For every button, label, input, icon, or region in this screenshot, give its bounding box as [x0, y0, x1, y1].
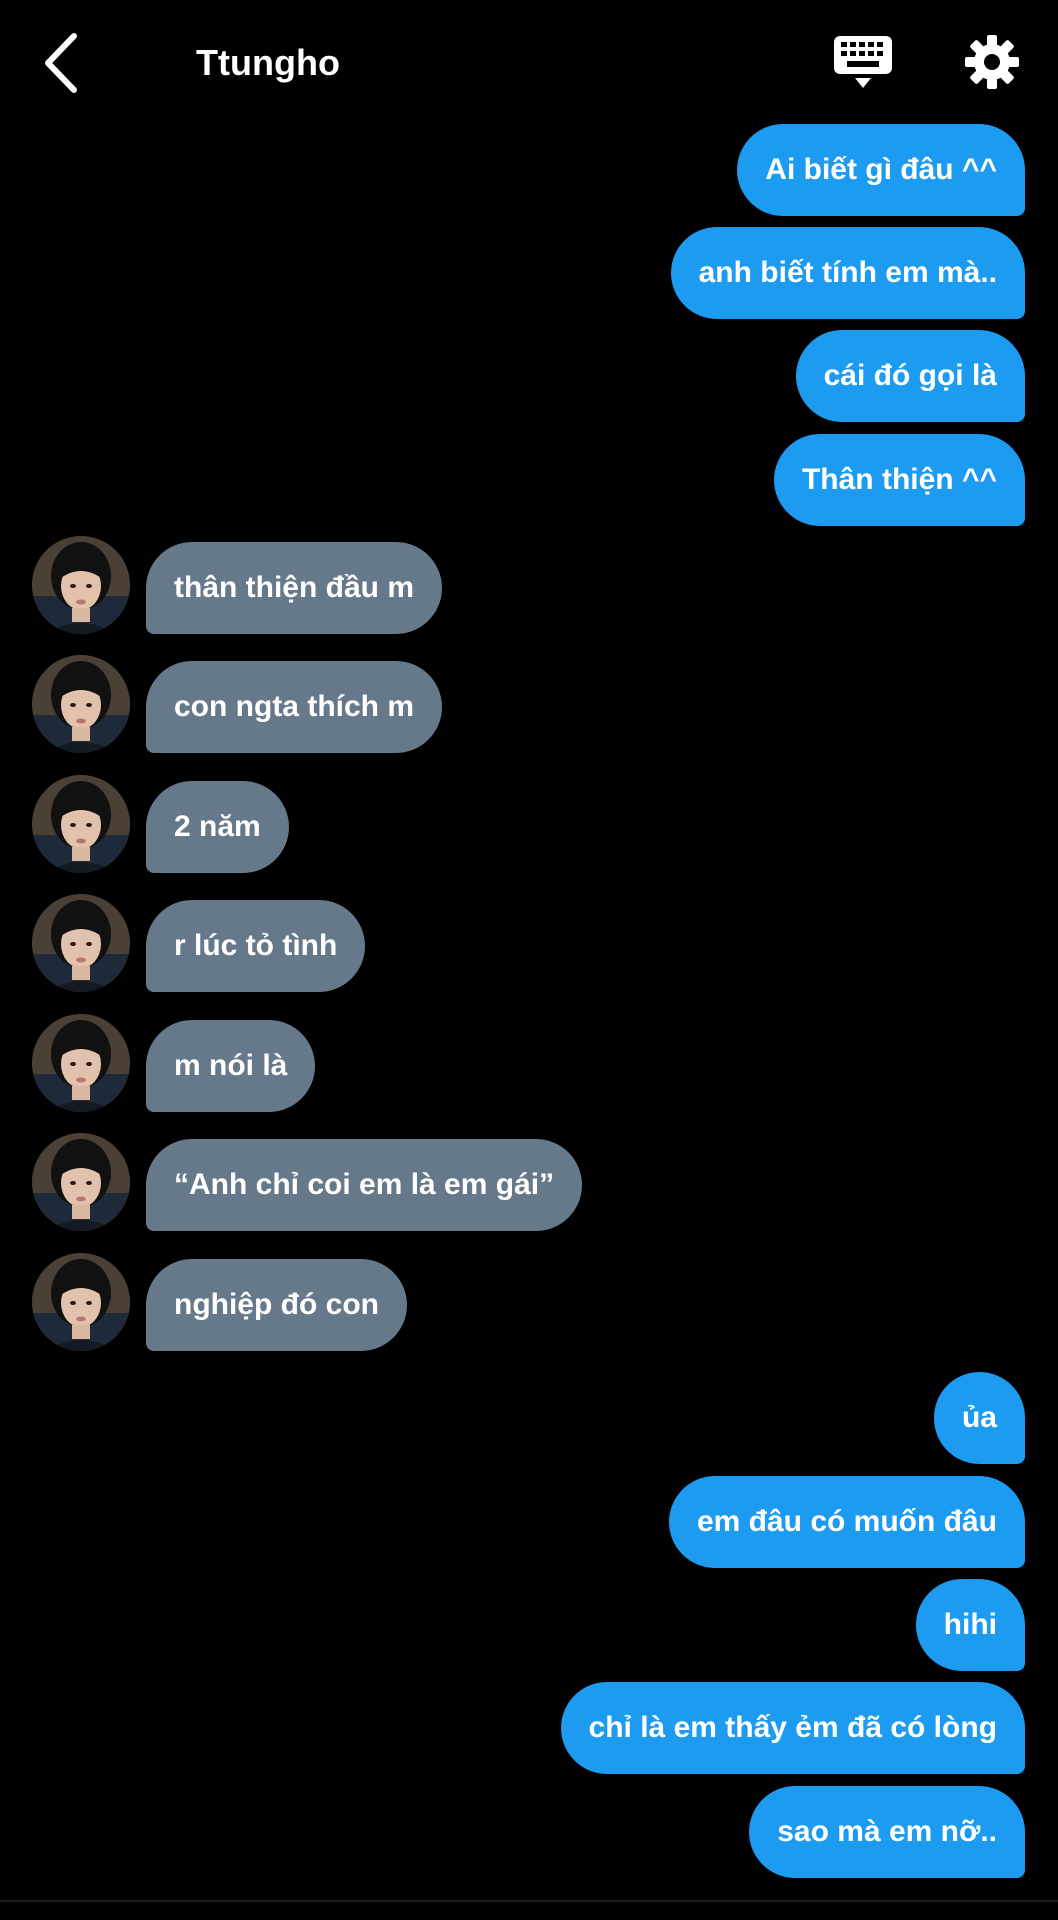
gear-icon [965, 35, 1019, 89]
keyboard-button[interactable] [832, 32, 894, 96]
incoming-message-bubble[interactable]: thân thiện đầu m [146, 542, 442, 634]
avatar[interactable] [32, 1014, 130, 1112]
message-row: con ngta thích m [0, 655, 1058, 753]
avatar-portrait [32, 655, 130, 753]
avatar[interactable] [32, 655, 130, 753]
message-row: Thân thiện ^^ [0, 434, 1058, 526]
settings-button[interactable] [962, 32, 1022, 92]
avatar-portrait [32, 775, 130, 873]
avatar-portrait [32, 1253, 130, 1351]
avatar[interactable] [32, 894, 130, 992]
message-row: chỉ là em thấy ẻm đã có lòng [0, 1682, 1058, 1774]
avatar-portrait [32, 536, 130, 634]
message-row: sao mà em nỡ.. [0, 1786, 1058, 1878]
avatar[interactable] [32, 1133, 130, 1231]
incoming-message-bubble[interactable]: con ngta thích m [146, 661, 442, 753]
incoming-message-bubble[interactable]: 2 năm [146, 781, 289, 873]
message-row: Ai biết gì đâu ^^ [0, 124, 1058, 216]
outgoing-message-bubble[interactable]: Thân thiện ^^ [773, 434, 1025, 526]
outgoing-message-bubble[interactable]: ủa [933, 1372, 1025, 1464]
message-row: anh biết tính em mà.. [0, 227, 1058, 319]
back-button[interactable] [36, 28, 92, 98]
message-row: ủa [0, 1372, 1058, 1464]
chat-header: Ttungho [0, 0, 1058, 130]
incoming-message-bubble[interactable]: m nói là [146, 1020, 316, 1112]
outgoing-message-bubble[interactable]: em đâu có muốn đâu [668, 1476, 1025, 1568]
message-row: cái đó gọi là [0, 330, 1058, 422]
keyboard-icon [834, 36, 892, 88]
message-row: m nói là [0, 1014, 1058, 1112]
avatar-portrait [32, 894, 130, 992]
message-row: “Anh chỉ coi em là em gái” [0, 1133, 1058, 1231]
page-title: Ttungho [196, 42, 340, 83]
outgoing-message-bubble[interactable]: Ai biết gì đâu ^^ [737, 124, 1025, 216]
divider [0, 1900, 1058, 1902]
outgoing-message-bubble[interactable]: hihi [915, 1579, 1025, 1671]
avatar[interactable] [32, 1253, 130, 1351]
avatar[interactable] [32, 536, 130, 634]
avatar-portrait [32, 1133, 130, 1231]
outgoing-message-bubble[interactable]: cái đó gọi là [795, 330, 1025, 422]
message-row: 2 năm [0, 775, 1058, 873]
incoming-message-bubble[interactable]: r lúc tỏ tình [146, 900, 366, 992]
outgoing-message-bubble[interactable]: chỉ là em thấy ẻm đã có lòng [560, 1682, 1025, 1774]
message-row: em đâu có muốn đâu [0, 1476, 1058, 1568]
chevron-left-icon [45, 33, 77, 93]
incoming-message-bubble[interactable]: nghiệp đó con [146, 1259, 407, 1351]
outgoing-message-bubble[interactable]: sao mà em nỡ.. [749, 1786, 1025, 1878]
incoming-message-bubble[interactable]: “Anh chỉ coi em là em gái” [146, 1139, 583, 1231]
avatar[interactable] [32, 775, 130, 873]
message-row: hihi [0, 1579, 1058, 1671]
message-row: thân thiện đầu m [0, 536, 1058, 634]
message-row: nghiệp đó con [0, 1253, 1058, 1351]
avatar-portrait [32, 1014, 130, 1112]
outgoing-message-bubble[interactable]: anh biết tính em mà.. [670, 227, 1025, 319]
message-row: r lúc tỏ tình [0, 894, 1058, 992]
